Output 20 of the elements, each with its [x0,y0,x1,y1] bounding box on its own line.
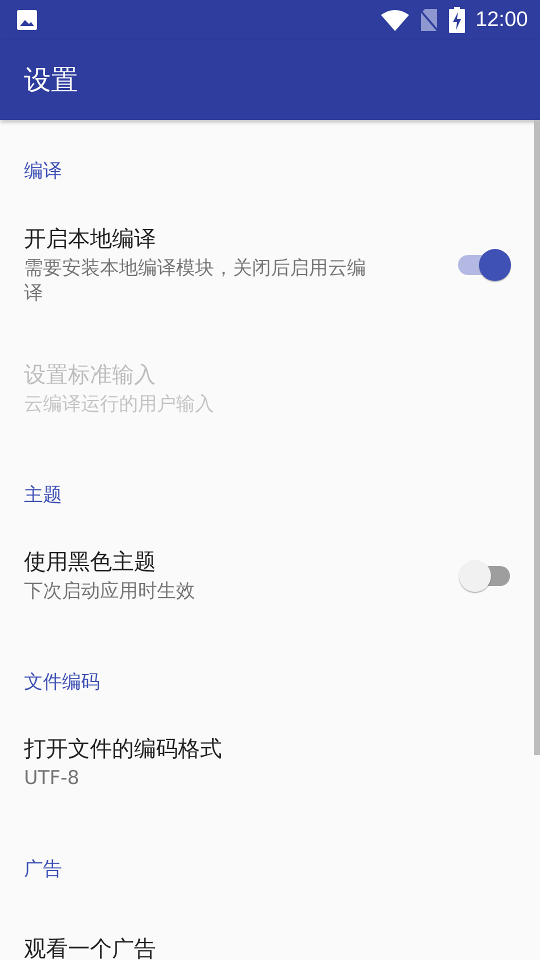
item-summary: 需要安装本地编译模块，关闭后启用云编译 [24,256,367,306]
category-header: 编译 [23,159,63,184]
item-summary: UTF-8 [24,766,80,791]
item-title: 观看一个广告 [24,936,157,960]
toggle-switch[interactable] [458,248,512,282]
category-header: 文件编码 [23,670,101,695]
item-summary: 下次启动应用时生效 [24,579,196,604]
clock-time: 12:00 [475,8,528,32]
item-title: 使用黑色主题 [24,549,157,577]
image-icon [16,9,38,31]
wifi-icon [381,9,410,31]
item-title: 设置标准输入 [24,362,157,390]
toggle-switch[interactable] [458,558,512,592]
category-header: 广告 [23,857,63,882]
item-title: 打开文件的编码格式 [24,736,223,764]
item-title: 开启本地编译 [24,226,157,254]
no-sim-icon [419,8,440,32]
app-bar-title: 设置 [24,64,78,98]
category-header: 主题 [23,483,63,508]
battery-charging-icon [449,7,466,33]
